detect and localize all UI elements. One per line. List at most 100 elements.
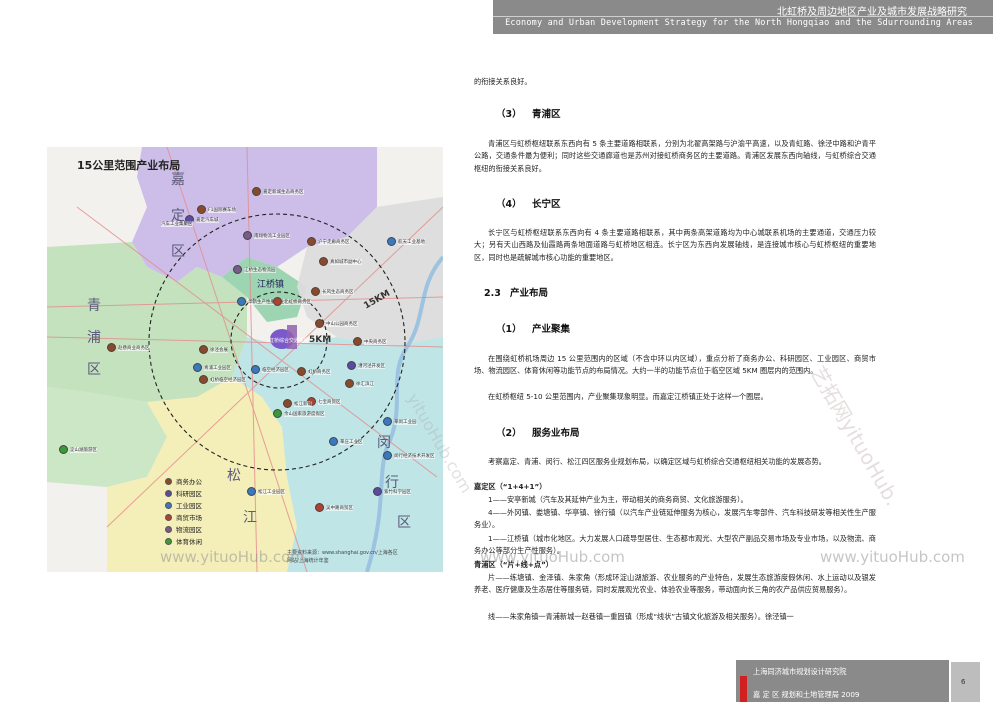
legend-item: 物流园区: [165, 523, 202, 535]
hub-label: 虹桥综合交通枢纽: [269, 338, 310, 344]
map-node: 赵巷商业商务区: [107, 343, 150, 352]
legend-swatch-icon: [165, 525, 172, 533]
legend-swatch-icon: [165, 537, 172, 545]
section-3-paragraph: 青浦区与虹桥枢纽联系东西向有 5 条主要道路相联系，分别为北翟高架路与沪渝平高速…: [474, 139, 876, 173]
node-marker-icon: [353, 337, 362, 346]
node-marker-icon: [107, 343, 116, 352]
region-jiading-1: 嘉: [171, 172, 185, 188]
node-marker-icon: [373, 487, 382, 496]
legend-swatch-icon: [165, 501, 172, 509]
footer-org-2: 嘉 定 区 规划和土地管理局 2009: [753, 690, 860, 699]
map-node: 江桥生态物流园: [233, 265, 276, 274]
region-songjiang-1: 松: [227, 468, 241, 484]
legend-swatch-icon: [165, 477, 172, 485]
node-marker-icon: [319, 257, 328, 266]
map-node: 虹桥商务区: [297, 367, 331, 376]
footer-org: 上海同济城市规划设计研究院: [753, 667, 847, 676]
node-marker-icon: [237, 297, 246, 306]
subsection-1-paragraph-2: 在虹桥枢纽 5-10 公里范围内，产业聚集现象明显。而嘉定江桥镇正处于这样一个圈…: [488, 392, 768, 401]
map-node: 虹桥临空经济园区: [199, 375, 246, 384]
map-node: 长风生态商务区: [311, 287, 354, 296]
node-marker-icon: [273, 409, 282, 418]
jiading-item-3: 1——江桥镇（城市化地区。大力发展人口疏导型居住、生态都市观光、大型农产副品交易…: [474, 534, 876, 556]
radius-5km-label: 5KM: [309, 335, 332, 345]
region-qingpu-1: 青: [87, 298, 101, 314]
map-node: 徐汇滨江: [345, 379, 374, 388]
region-qingpu-3: 区: [87, 362, 101, 378]
map-node: 航天工业基地: [387, 237, 425, 246]
subsection-1-paragraph-1: 在围绕虹桥机场周边 15 公里范围内的区域（不含中环以内区域），重点分析了商务办…: [474, 354, 876, 376]
map-node: 南翔物流工业园区: [243, 231, 290, 240]
map-node: F1国际赛车场: [197, 205, 236, 214]
node-marker-icon: [273, 297, 282, 306]
node-marker-icon: [311, 287, 320, 296]
region-jiangqiao: 江桥镇: [257, 280, 285, 290]
map-node: 七宝商贸区: [307, 397, 341, 406]
node-marker-icon: [251, 365, 260, 374]
node-marker-icon: [247, 487, 256, 496]
region-jiading-3: 区: [171, 244, 185, 260]
map-node: 中央商务区: [353, 337, 387, 346]
map-node: 漕河泾开发区: [347, 361, 385, 370]
jiading-item-1: 1——安亭新城（汽车及其延伸产业为主，带动相关的商务商贸、文化旅游服务）。: [488, 495, 748, 504]
map-node: 吴中路商贸区: [315, 503, 353, 512]
map-node: 沪宁走廊商务区: [307, 237, 350, 246]
node-marker-icon: [315, 503, 324, 512]
node-marker-icon: [347, 361, 356, 370]
legend-item: 商务办公: [165, 475, 202, 487]
region-songjiang-2: 江: [243, 510, 257, 526]
map-node: 佘山国家旅游度假区: [273, 409, 325, 418]
map-node: 闵行经济技术开发区: [383, 451, 435, 460]
legend-item: 商贸市场: [165, 511, 202, 523]
node-marker-icon: [387, 237, 396, 246]
map-node: 松江工业园区: [247, 487, 285, 496]
subsection-2-heading: （2） 服务业布局: [496, 428, 580, 439]
map-node: 淀山湖旅游区: [59, 445, 97, 454]
node-marker-icon: [199, 345, 208, 354]
map-title: 15公里范围产业布局: [77, 159, 181, 172]
map-legend: 商务办公 科研园区 工业园区 商贸市场 物流园区 体育休闲: [165, 475, 202, 547]
section-4-paragraph: 长宁区与虹桥枢纽联系东西向有 4 条主要道路相联系，其中两条高架道路均为中心城联…: [474, 228, 876, 262]
subsection-1-heading: （1） 产业聚集: [496, 324, 571, 335]
qingpu-item-1: 片——练塘镇、金泽镇、朱家角（形成环淀山湖旅游、农业服务的产业特色，发展生态旅游…: [474, 573, 876, 595]
map-node: 青浦工业园区: [193, 363, 231, 372]
header-divider: [493, 16, 993, 17]
node-marker-icon: [329, 437, 338, 446]
intro-text: 的衔接关系良好。: [474, 77, 532, 86]
legend-item: 体育休闲: [165, 535, 202, 547]
node-marker-icon: [243, 231, 252, 240]
map-node: 嘉定新城生态商务区: [252, 187, 304, 196]
node-marker-icon: [315, 319, 324, 328]
node-marker-icon: [199, 375, 208, 384]
node-marker-icon: [345, 379, 354, 388]
map-node: 临空经济园区: [251, 365, 289, 374]
node-marker-icon: [383, 417, 392, 426]
map-node: 莘庄工业区: [329, 437, 363, 446]
page-number-box: 6: [951, 662, 980, 702]
footer-accent: [740, 676, 747, 702]
map-node: 北虹桥商务区: [273, 297, 311, 306]
industry-layout-map: 15公里范围产业布局 嘉 定 区 青 浦 区 松 江 闵 行 区 江桥镇 15K…: [47, 147, 443, 572]
map-node: 徐泾会展: [199, 345, 228, 354]
qingpu-item-2: 线——朱家角镇一青浦新城一赵巷镇一重固镇（形成“线状”古镇文化旅游及相关服务）。…: [488, 612, 794, 621]
section-2-3-heading: 2.3 产业布局: [484, 288, 549, 299]
watermark: www.yituoHub.com: [160, 548, 305, 566]
map-node: 莘闵工业园: [383, 417, 417, 426]
node-marker-icon: [59, 445, 68, 454]
node-marker-icon: [197, 205, 206, 214]
qingpu-title: 青浦区（“片+线+点”）: [474, 560, 553, 569]
node-marker-icon: [233, 265, 242, 274]
legend-swatch-icon: [165, 489, 172, 497]
page-number: 6: [961, 678, 966, 686]
header-title-en: Economy and Urban Development Strategy f…: [505, 18, 973, 28]
section-3-heading: （3） 青浦区: [496, 109, 561, 120]
map-node: 紫竹科学园区: [373, 487, 411, 496]
node-marker-icon: [297, 367, 306, 376]
map-node: 真如城市副中心: [319, 257, 362, 266]
map-node: 汽车工业集聚区: [161, 221, 193, 227]
jiading-title: 嘉定区（“1+4+1”）: [474, 482, 547, 491]
node-marker-icon: [193, 363, 202, 372]
map-node: 中山公园商务区: [315, 319, 358, 328]
legend-swatch-icon: [165, 513, 172, 521]
map-node: 松江新城: [283, 399, 312, 408]
